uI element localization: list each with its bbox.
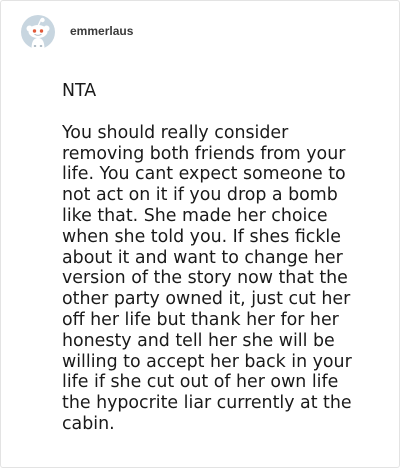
comment-header: emmerlaus — [21, 15, 133, 49]
comment-verdict: NTA — [62, 81, 97, 101]
comment-card: emmerlaus NTA You should really consider… — [0, 0, 400, 468]
comment-body: NTA You should really consider removing … — [62, 81, 384, 435]
reddit-snoo-avatar-icon[interactable] — [21, 15, 55, 49]
username[interactable]: emmerlaus — [70, 24, 133, 38]
comment-text: You should really consider removing both… — [62, 122, 352, 434]
